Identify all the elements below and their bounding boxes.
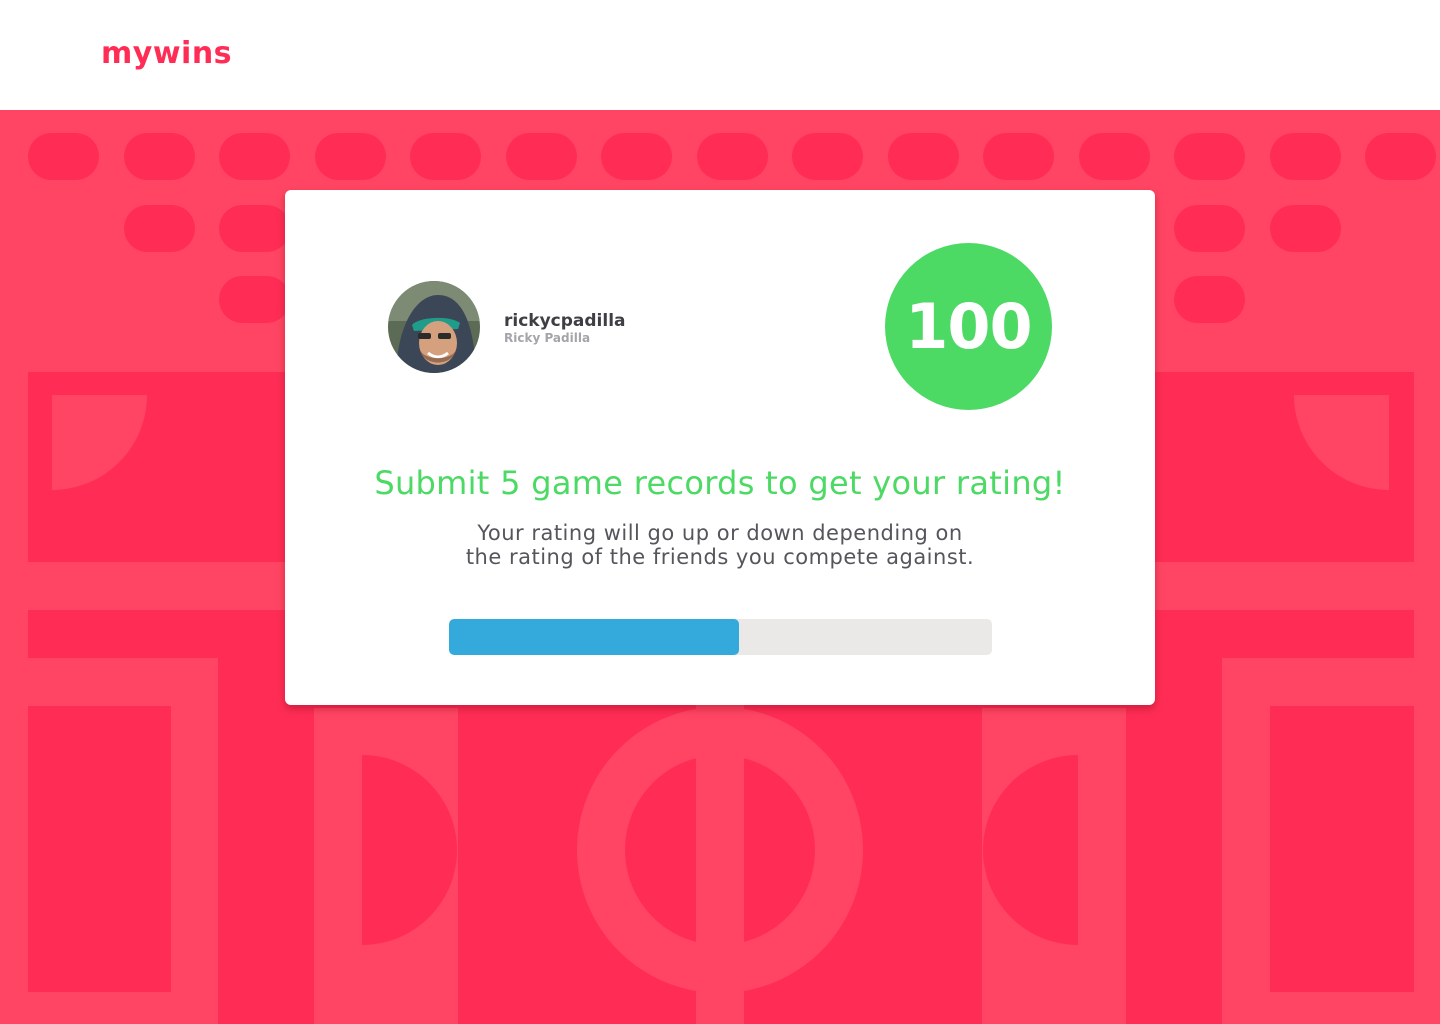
records-progress-fill xyxy=(449,619,739,655)
rating-value: 100 xyxy=(905,289,1032,363)
mywins-logo[interactable]: mywins xyxy=(101,34,232,74)
rating-card: rickycpadilla Ricky Padilla 100 Submit 5… xyxy=(285,190,1155,705)
full-name: Ricky Padilla xyxy=(504,331,591,345)
rating-headline: Submit 5 game records to get your rating… xyxy=(374,464,1066,502)
top-header: mywins xyxy=(0,0,1440,110)
rating-badge: 100 xyxy=(885,243,1052,410)
username: rickycpadilla xyxy=(504,311,626,331)
avatar[interactable] xyxy=(388,281,480,373)
user-photo-avatar-icon xyxy=(388,281,480,373)
rating-description: Your rating will go up or down depending… xyxy=(385,521,1055,569)
rating-description-line-2: the rating of the friends you compete ag… xyxy=(465,545,975,569)
records-progress-bar xyxy=(449,619,992,655)
rating-description-line-1: Your rating will go up or down depending… xyxy=(477,521,963,545)
